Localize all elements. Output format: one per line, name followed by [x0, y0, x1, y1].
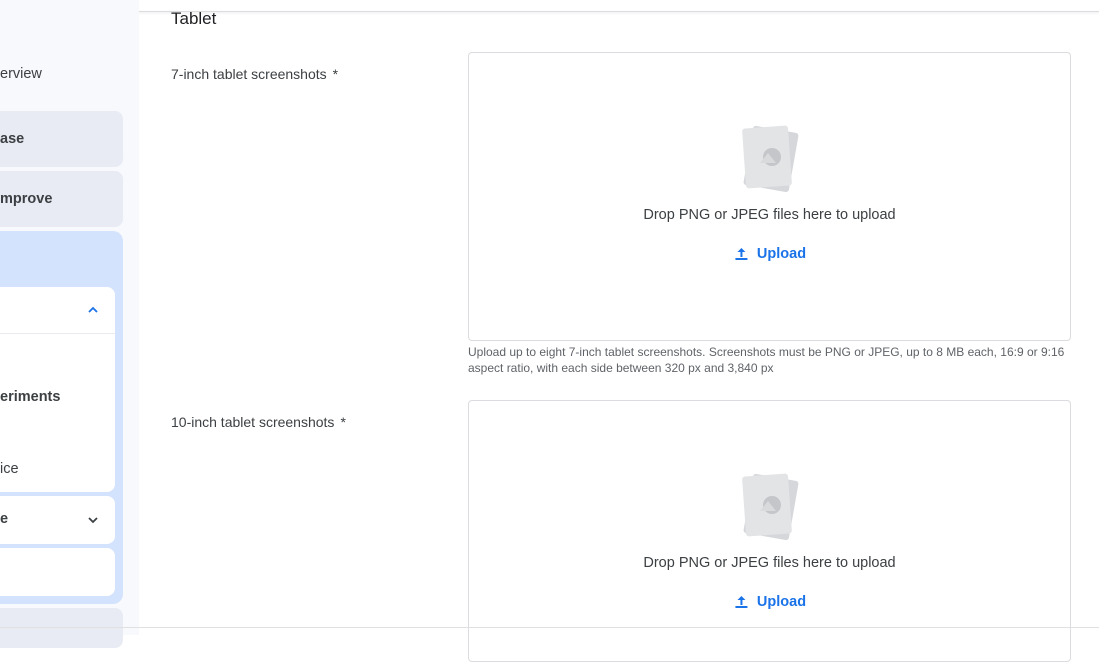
upload-button-label: Upload: [756, 594, 807, 610]
helper-text-7-inch: Upload up to eight 7-inch tablet screens…: [468, 345, 1065, 375]
divider: [0, 333, 115, 334]
required-mark: *: [340, 414, 346, 430]
upload-button-label: Upload: [756, 246, 807, 262]
sidebar-item-release-label: ase: [0, 131, 25, 147]
section-title: Tablet: [171, 9, 217, 28]
image-placeholder-icon: [741, 125, 798, 193]
sidebar-subsection-header[interactable]: [0, 287, 115, 333]
sidebar-subsection-collapsed[interactable]: e: [0, 496, 115, 544]
header-divider: [139, 11, 1099, 12]
dropzone-10-inch[interactable]: Drop PNG or JPEG files here to upload Up…: [468, 400, 1071, 662]
drop-instructions: Drop PNG or JPEG files here to upload: [643, 207, 896, 223]
chevron-down-icon[interactable]: [86, 513, 100, 527]
sidebar-item-experiments[interactable]: eriments: [0, 389, 60, 405]
field-label-text: 10-inch tablet screenshots: [171, 414, 335, 430]
field-label-10-inch: 10-inch tablet screenshots *: [171, 414, 346, 430]
sidebar-item-overview[interactable]: erview: [0, 66, 42, 82]
sidebar-item-improve-label: mprove: [0, 191, 53, 207]
upload-icon: [734, 596, 747, 608]
sidebar-group-selected: eriments ice e: [0, 231, 123, 604]
sidebar-item-improve[interactable]: mprove: [0, 171, 123, 227]
upload-button[interactable]: Upload: [733, 246, 806, 262]
field-label-text: 7-inch tablet screenshots: [171, 66, 327, 82]
drop-instructions: Drop PNG or JPEG files here to upload: [643, 555, 896, 571]
sidebar-subsection-expanded: eriments ice: [0, 287, 115, 492]
upload-button[interactable]: Upload: [733, 594, 806, 610]
chevron-up-icon[interactable]: [86, 303, 100, 317]
sidebar-subsection-item[interactable]: [0, 548, 115, 596]
sidebar-item-next[interactable]: [0, 608, 123, 648]
sidebar-item-collapsed-label: e: [0, 511, 9, 527]
image-placeholder-icon: [741, 473, 798, 541]
upload-icon: [734, 248, 747, 260]
dropzone-7-inch[interactable]: Drop PNG or JPEG files here to upload Up…: [468, 52, 1071, 341]
footer-divider: [0, 627, 1099, 628]
sidebar: erview ase mprove eriments ice e: [0, 0, 139, 648]
sidebar-item-advice[interactable]: ice: [0, 461, 19, 477]
sidebar-item-release[interactable]: ase: [0, 111, 123, 167]
required-mark: *: [332, 66, 339, 82]
field-label-7-inch: 7-inch tablet screenshots *: [171, 66, 338, 82]
